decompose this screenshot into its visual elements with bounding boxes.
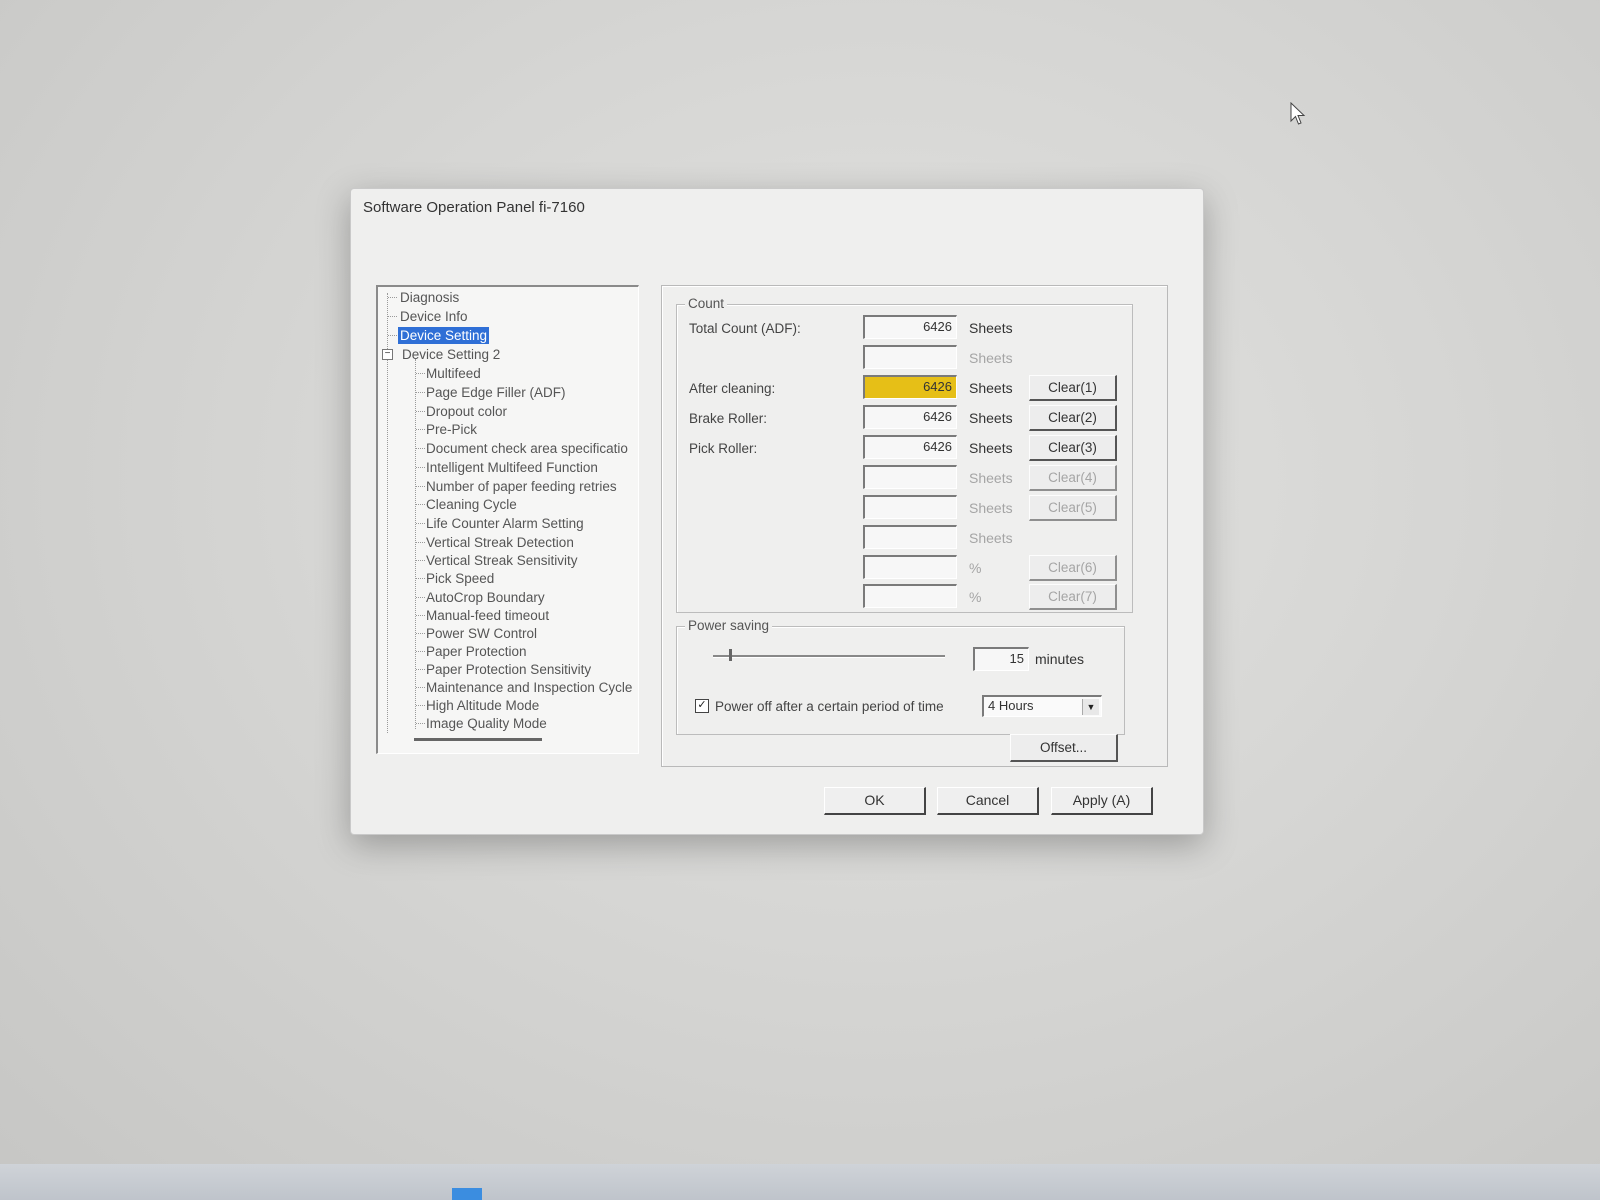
tree-item-vertical-streak-detection[interactable]: Vertical Streak Detection [426,534,574,551]
tree-item-cleaning-cycle[interactable]: Cleaning Cycle [426,496,517,513]
power-off-period-value: 4 Hours [988,698,1034,713]
tree-item-device-setting[interactable]: Device Setting [398,327,490,344]
total-count-unit: Sheets [969,320,1013,336]
pick-roller-field: 6426 [863,435,957,459]
after-cleaning-unit: Sheets [969,380,1013,396]
blank-percent-field-2 [863,584,957,608]
power-off-checkbox[interactable]: ✓ [695,699,709,713]
brake-roller-label: Brake Roller: [689,411,768,426]
tree-item-diagnosis[interactable]: Diagnosis [400,289,459,306]
tree-item-manual-feed-timeout[interactable]: Manual-feed timeout [426,607,549,624]
blank-count-unit-4: Sheets [969,530,1013,546]
pick-roller-label: Pick Roller: [689,441,758,456]
tree-item-paper-feeding-retries[interactable]: Number of paper feeding retries [426,478,617,495]
software-operation-panel-dialog: Software Operation Panel fi-7160 Diagnos… [350,188,1204,835]
minutes-unit: minutes [1035,651,1085,667]
blank-count-field-3 [863,495,957,519]
tree-item-device-info[interactable]: Device Info [400,308,468,325]
blank-percent-field-1 [863,555,957,579]
apply-button[interactable]: Apply (A) [1051,787,1153,815]
tree-item-document-check-area[interactable]: Document check area specificatio [426,440,628,457]
tree-item-paper-protection-sensitivity[interactable]: Paper Protection Sensitivity [426,661,591,678]
tree-item-paper-protection[interactable]: Paper Protection [426,643,527,660]
settings-tree[interactable]: Diagnosis Device Info Device Setting − D… [376,285,639,754]
clear-5-button[interactable]: Clear(5) [1029,495,1117,521]
brake-roller-unit: Sheets [969,410,1013,426]
count-group-label: Count [685,296,728,311]
blank-count-unit-1: Sheets [969,350,1013,366]
power-saving-slider-thumb[interactable] [729,649,732,661]
clear-4-button[interactable]: Clear(4) [1029,465,1117,491]
clear-1-button[interactable]: Clear(1) [1029,375,1117,401]
blank-count-field-2 [863,465,957,489]
tree-item-vertical-streak-sensitivity[interactable]: Vertical Streak Sensitivity [426,552,578,569]
brake-roller-field: 6426 [863,405,957,429]
mouse-cursor-icon [1290,102,1306,125]
percent-unit-1: % [969,560,982,576]
count-group: Count Total Count (ADF): 6426 Sheets She… [676,296,1133,613]
cancel-button[interactable]: Cancel [937,787,1039,815]
percent-unit-2: % [969,589,982,605]
tree-item-device-setting-2[interactable]: Device Setting 2 [402,346,500,363]
pick-roller-unit: Sheets [969,440,1013,456]
dropdown-arrow-icon[interactable]: ▼ [1082,699,1099,715]
blank-count-unit-2: Sheets [969,470,1013,486]
tree-item-autocrop-boundary[interactable]: AutoCrop Boundary [426,589,545,606]
clear-3-button[interactable]: Clear(3) [1029,435,1117,461]
ok-button[interactable]: OK [824,787,926,815]
after-cleaning-label: After cleaning: [689,381,776,396]
tree-item-multifeed[interactable]: Multifeed [426,365,481,382]
tree-item-image-quality-mode[interactable]: Image Quality Mode [426,715,547,732]
blank-count-field-4 [863,525,957,549]
collapse-icon[interactable]: − [382,349,393,360]
tree-item-intelligent-multifeed[interactable]: Intelligent Multifeed Function [426,459,598,476]
power-off-checkbox-label[interactable]: Power off after a certain period of time [715,699,944,714]
taskbar [0,1164,1600,1200]
total-count-field: 6426 [863,315,957,339]
blank-count-field-1 [863,345,957,369]
tree-item-maintenance-inspection-cycle[interactable]: Maintenance and Inspection Cycle [426,679,632,696]
offset-button[interactable]: Offset... [1010,734,1118,762]
total-count-label: Total Count (ADF): [689,321,801,336]
tree-item-life-counter-alarm[interactable]: Life Counter Alarm Setting [426,515,584,532]
after-cleaning-field: 6426 [863,375,957,399]
clear-2-button[interactable]: Clear(2) [1029,405,1117,431]
power-saving-group: Power saving 15 minutes ✓ Power off afte… [676,618,1125,735]
tree-item-pre-pick[interactable]: Pre-Pick [426,421,477,438]
tree-item-high-altitude-mode[interactable]: High Altitude Mode [426,697,539,714]
window-title: Software Operation Panel fi-7160 [363,199,585,216]
tree-item-dropout-color[interactable]: Dropout color [426,403,507,420]
windows-start-icon[interactable] [452,1188,482,1200]
device-setting-panel: Count Total Count (ADF): 6426 Sheets She… [661,285,1168,767]
tree-item-page-edge-filler[interactable]: Page Edge Filler (ADF) [426,384,566,401]
tree-horizontal-scrollbar[interactable] [414,738,542,741]
tree-item-power-sw-control[interactable]: Power SW Control [426,625,537,642]
clear-6-button[interactable]: Clear(6) [1029,555,1117,581]
tree-item-pick-speed[interactable]: Pick Speed [426,570,494,587]
power-off-period-select[interactable]: 4 Hours ▼ [982,695,1102,717]
blank-count-unit-3: Sheets [969,500,1013,516]
power-saving-group-label: Power saving [685,618,773,633]
minutes-field[interactable]: 15 [973,647,1029,671]
clear-7-button[interactable]: Clear(7) [1029,584,1117,610]
power-saving-slider[interactable] [713,655,945,658]
